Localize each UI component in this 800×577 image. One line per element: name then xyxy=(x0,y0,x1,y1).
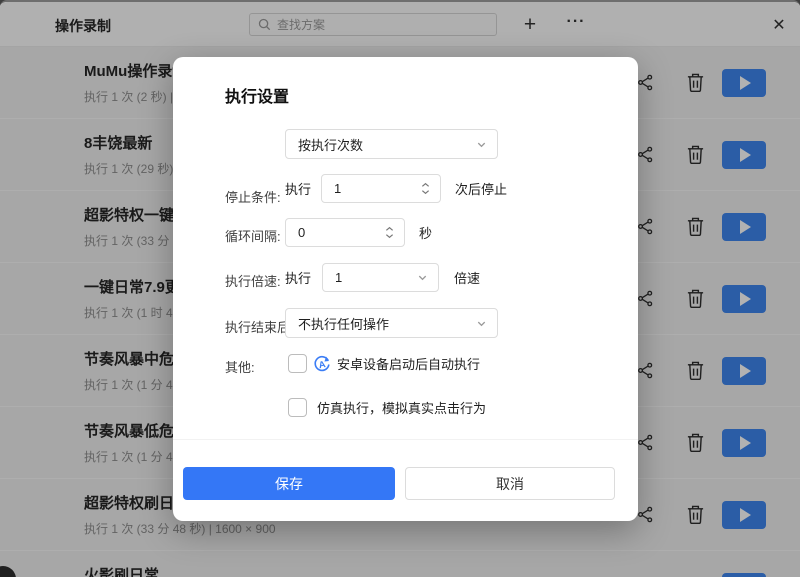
android-autostart-icon: A xyxy=(313,355,331,373)
after-end-label: 执行结束后: xyxy=(225,317,294,336)
exec-count-stepper[interactable]: 1 xyxy=(321,174,441,203)
exec-count-value: 1 xyxy=(334,181,421,196)
other-label: 其他: xyxy=(225,357,255,376)
stepper-down-icon[interactable] xyxy=(385,233,394,239)
app-window: MuMu操作录制(1) 执行 1 次 (2 秒) | 160 8丰饶最新 执行 … xyxy=(0,0,800,577)
loop-interval-suffix: 秒 xyxy=(419,223,432,242)
simulate-text: 仿真执行，模拟真实点击行为 xyxy=(317,398,486,417)
stepper-down-icon[interactable] xyxy=(421,189,430,195)
chevron-down-icon xyxy=(476,139,487,150)
footer-divider xyxy=(173,439,638,440)
cancel-button[interactable]: 取消 xyxy=(405,467,615,500)
stop-condition-label: 停止条件: xyxy=(225,187,281,206)
speed-label: 执行倍速: xyxy=(225,271,281,290)
execution-settings-dialog: 执行设置 停止条件: 按执行次数 执行 1 次后停止 循环间隔: 0 xyxy=(173,57,638,521)
stepper-up-icon[interactable] xyxy=(385,226,394,232)
stop-condition-value: 按执行次数 xyxy=(298,135,476,154)
dialog-title: 执行设置 xyxy=(225,83,289,107)
speed-suffix: 倍速 xyxy=(454,268,480,287)
loop-interval-label: 循环间隔: xyxy=(225,226,281,245)
autostart-text: 安卓设备启动后自动执行 xyxy=(337,354,480,373)
speed-prefix: 执行 xyxy=(285,268,311,287)
exec-count-prefix: 执行 xyxy=(285,179,311,198)
after-end-select[interactable]: 不执行任何操作 xyxy=(285,308,498,338)
autostart-checkbox[interactable] xyxy=(288,354,307,373)
loop-interval-value: 0 xyxy=(298,225,385,240)
exec-count-suffix: 次后停止 xyxy=(455,179,507,198)
speed-select[interactable]: 1 xyxy=(322,263,439,292)
simulate-checkbox[interactable] xyxy=(288,398,307,417)
chevron-down-icon xyxy=(417,272,428,283)
chevron-down-icon xyxy=(476,318,487,329)
stepper-up-icon[interactable] xyxy=(421,182,430,188)
save-button[interactable]: 保存 xyxy=(183,467,395,500)
after-end-value: 不执行任何操作 xyxy=(298,314,476,333)
stop-condition-select[interactable]: 按执行次数 xyxy=(285,129,498,159)
speed-value: 1 xyxy=(335,270,417,285)
loop-interval-stepper[interactable]: 0 xyxy=(285,218,405,247)
